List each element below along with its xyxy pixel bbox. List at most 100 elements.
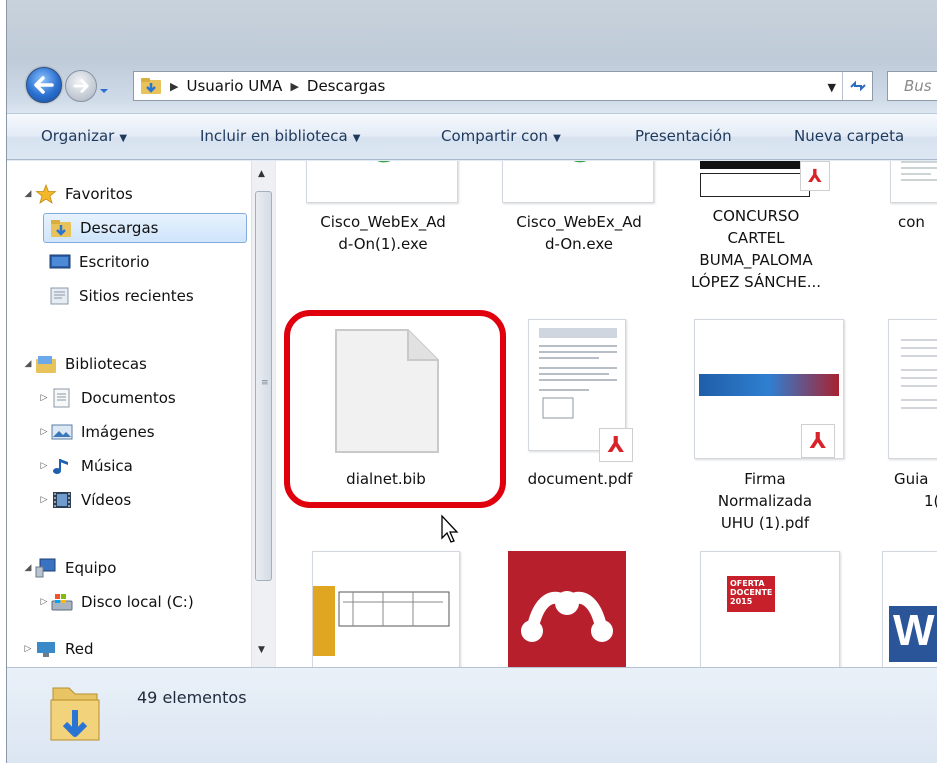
folder-download-icon <box>141 78 161 94</box>
breadcrumb-descargas[interactable]: Descargas <box>307 77 385 95</box>
chevron-down-icon <box>100 89 108 93</box>
search-input[interactable]: Bus <box>887 71 937 101</box>
file-thumbnail[interactable] <box>888 319 937 459</box>
slideshow-label: Presentación <box>635 127 732 145</box>
file-thumbnail[interactable]: OFERTA DOCENTE 2015 <box>700 551 840 667</box>
file-thumbnail[interactable]: W <box>882 551 937 667</box>
arrow-left-icon <box>34 76 54 94</box>
file-name-line: document.pdf <box>527 470 633 488</box>
forward-button[interactable] <box>65 70 97 102</box>
nav-item-bibliotecas[interactable]: ◢ Bibliotecas <box>21 349 247 379</box>
file-cisco-webex-1[interactable]: Cisco_WebEx_Ad d-On(1).exe <box>298 211 468 255</box>
downloads-folder-icon <box>51 220 71 237</box>
file-thumbnail[interactable] <box>502 161 654 203</box>
file-name-line: Firma <box>744 470 786 488</box>
new-folder-label: Nueva carpeta <box>794 127 905 145</box>
nav-item-equipo[interactable]: ◢ Equipo <box>21 553 247 583</box>
nav-item-descargas[interactable]: Descargas <box>43 213 247 243</box>
nav-item-red[interactable]: ▷ Red <box>21 637 247 661</box>
nav-item-escritorio[interactable]: Escritorio <box>49 247 247 277</box>
include-library-label: Incluir en biblioteca <box>200 127 348 145</box>
share-label: Compartir con <box>441 127 549 145</box>
document-preview-icon <box>901 161 937 181</box>
webex-icon <box>573 161 587 163</box>
image-preview <box>313 586 335 656</box>
expanded-triangle-icon[interactable]: ◢ <box>21 359 35 369</box>
nav-label: Disco local (C:) <box>81 593 194 611</box>
share-button[interactable]: Compartir con ▼ <box>441 127 561 145</box>
nav-item-imagenes[interactable]: ▷ Imágenes <box>37 417 247 447</box>
collapsed-triangle-icon[interactable]: ▷ <box>37 597 51 607</box>
file-thumbnail[interactable]: ⅄ <box>528 319 633 462</box>
star-icon <box>35 184 57 204</box>
file-name-line: CONCURSO <box>712 207 800 225</box>
nav-item-disco-local[interactable]: ▷ Disco local (C:) <box>37 587 247 617</box>
collapsed-triangle-icon[interactable]: ▷ <box>37 393 51 403</box>
breadcrumb-separator[interactable]: ▶ <box>290 80 298 93</box>
scrollbar-thumb[interactable]: ≡ <box>255 191 272 581</box>
scroll-down-arrow-icon[interactable]: ▼ <box>258 645 265 655</box>
file-thumbnail[interactable] <box>890 161 937 203</box>
file-name-line: CARTEL <box>727 229 785 247</box>
nav-label: Documentos <box>81 389 176 407</box>
file-thumbnail[interactable]: ⅄ <box>700 161 832 203</box>
chevron-down-icon: ▼ <box>119 133 128 144</box>
file-guia[interactable]: Guia 1( <box>894 468 937 512</box>
file-thumbnail[interactable] <box>306 161 458 203</box>
file-thumbnail[interactable]: ⅄ <box>694 319 844 459</box>
new-folder-button[interactable]: Nueva carpeta <box>794 127 904 145</box>
video-film-icon <box>53 492 71 508</box>
file-document-pdf[interactable]: document.pdf <box>500 468 660 490</box>
desktop-icon <box>49 254 71 269</box>
breadcrumb-usuario[interactable]: Usuario UMA <box>186 77 282 95</box>
file-concurso-cartel[interactable]: CONCURSO CARTEL BUMA_PALOMA LÓPEZ SÁNCHE… <box>676 205 836 293</box>
file-name-line: Guia <box>894 470 929 488</box>
file-name-line: 1( <box>924 492 937 510</box>
scroll-up-arrow-icon[interactable]: ▲ <box>258 169 265 179</box>
include-library-button[interactable]: Incluir en biblioteca ▼ <box>200 127 360 145</box>
nav-item-musica[interactable]: ▷ Música <box>37 451 247 481</box>
mendeley-logo-icon <box>521 591 613 642</box>
collapsed-triangle-icon[interactable]: ▷ <box>37 427 51 437</box>
file-firma-normalizada[interactable]: Firma Normalizada UHU (1).pdf <box>680 468 850 534</box>
refresh-button[interactable] <box>842 72 872 100</box>
chevron-down-icon: ▼ <box>553 133 561 144</box>
pictures-icon <box>51 424 73 440</box>
thumb-text: OFERTA <box>730 579 765 588</box>
organize-label: Organizar <box>41 127 115 145</box>
nav-item-documentos[interactable]: ▷ Documentos <box>37 383 247 413</box>
back-button[interactable] <box>26 67 62 103</box>
organize-button[interactable]: Organizar ▼ <box>41 127 127 145</box>
navigation-pane: ◢ Favoritos Descargas Escritorio Sitios … <box>7 161 275 667</box>
nav-scrollbar[interactable]: ▲ ≡ ▼ <box>251 161 275 667</box>
file-con[interactable]: con <box>898 211 937 233</box>
mouse-cursor-icon <box>441 514 459 543</box>
file-cisco-webex-2[interactable]: Cisco_WebEx_Ad d-On.exe <box>494 211 664 255</box>
pdf-icon: ⅄ <box>800 161 830 191</box>
expanded-triangle-icon[interactable]: ◢ <box>21 563 35 573</box>
file-thumbnail[interactable] <box>312 551 460 667</box>
collapsed-triangle-icon[interactable]: ▷ <box>37 461 51 471</box>
address-dropdown-icon[interactable]: ▼ <box>828 81 836 94</box>
item-count: 49 elementos <box>137 688 247 707</box>
collapsed-triangle-icon[interactable]: ▷ <box>21 644 35 654</box>
document-preview-icon <box>901 339 937 409</box>
file-thumbnail-dialnet[interactable] <box>332 326 442 456</box>
recent-pages-dropdown[interactable] <box>99 81 109 93</box>
slideshow-button[interactable]: Presentación <box>635 127 732 145</box>
image-preview <box>700 173 810 197</box>
address-bar[interactable]: ▶ Usuario UMA ▶ Descargas ▼ <box>133 71 873 101</box>
image-preview <box>699 374 839 396</box>
network-icon <box>37 642 55 657</box>
expanded-triangle-icon[interactable]: ◢ <box>21 189 35 199</box>
file-dialnet-bib[interactable]: dialnet.bib <box>306 468 466 490</box>
file-name-line: Normalizada <box>717 492 813 510</box>
nav-item-sitios-recientes[interactable]: Sitios recientes <box>49 281 247 311</box>
file-name-line: dialnet.bib <box>346 470 426 488</box>
nav-item-favoritos[interactable]: ◢ Favoritos <box>21 179 247 209</box>
mendeley-thumbnail[interactable] <box>508 551 626 667</box>
nav-item-videos[interactable]: ▷ Vídeos <box>37 485 247 515</box>
breadcrumb-separator[interactable]: ▶ <box>170 80 178 93</box>
image-preview <box>700 161 810 169</box>
collapsed-triangle-icon[interactable]: ▷ <box>37 495 51 505</box>
